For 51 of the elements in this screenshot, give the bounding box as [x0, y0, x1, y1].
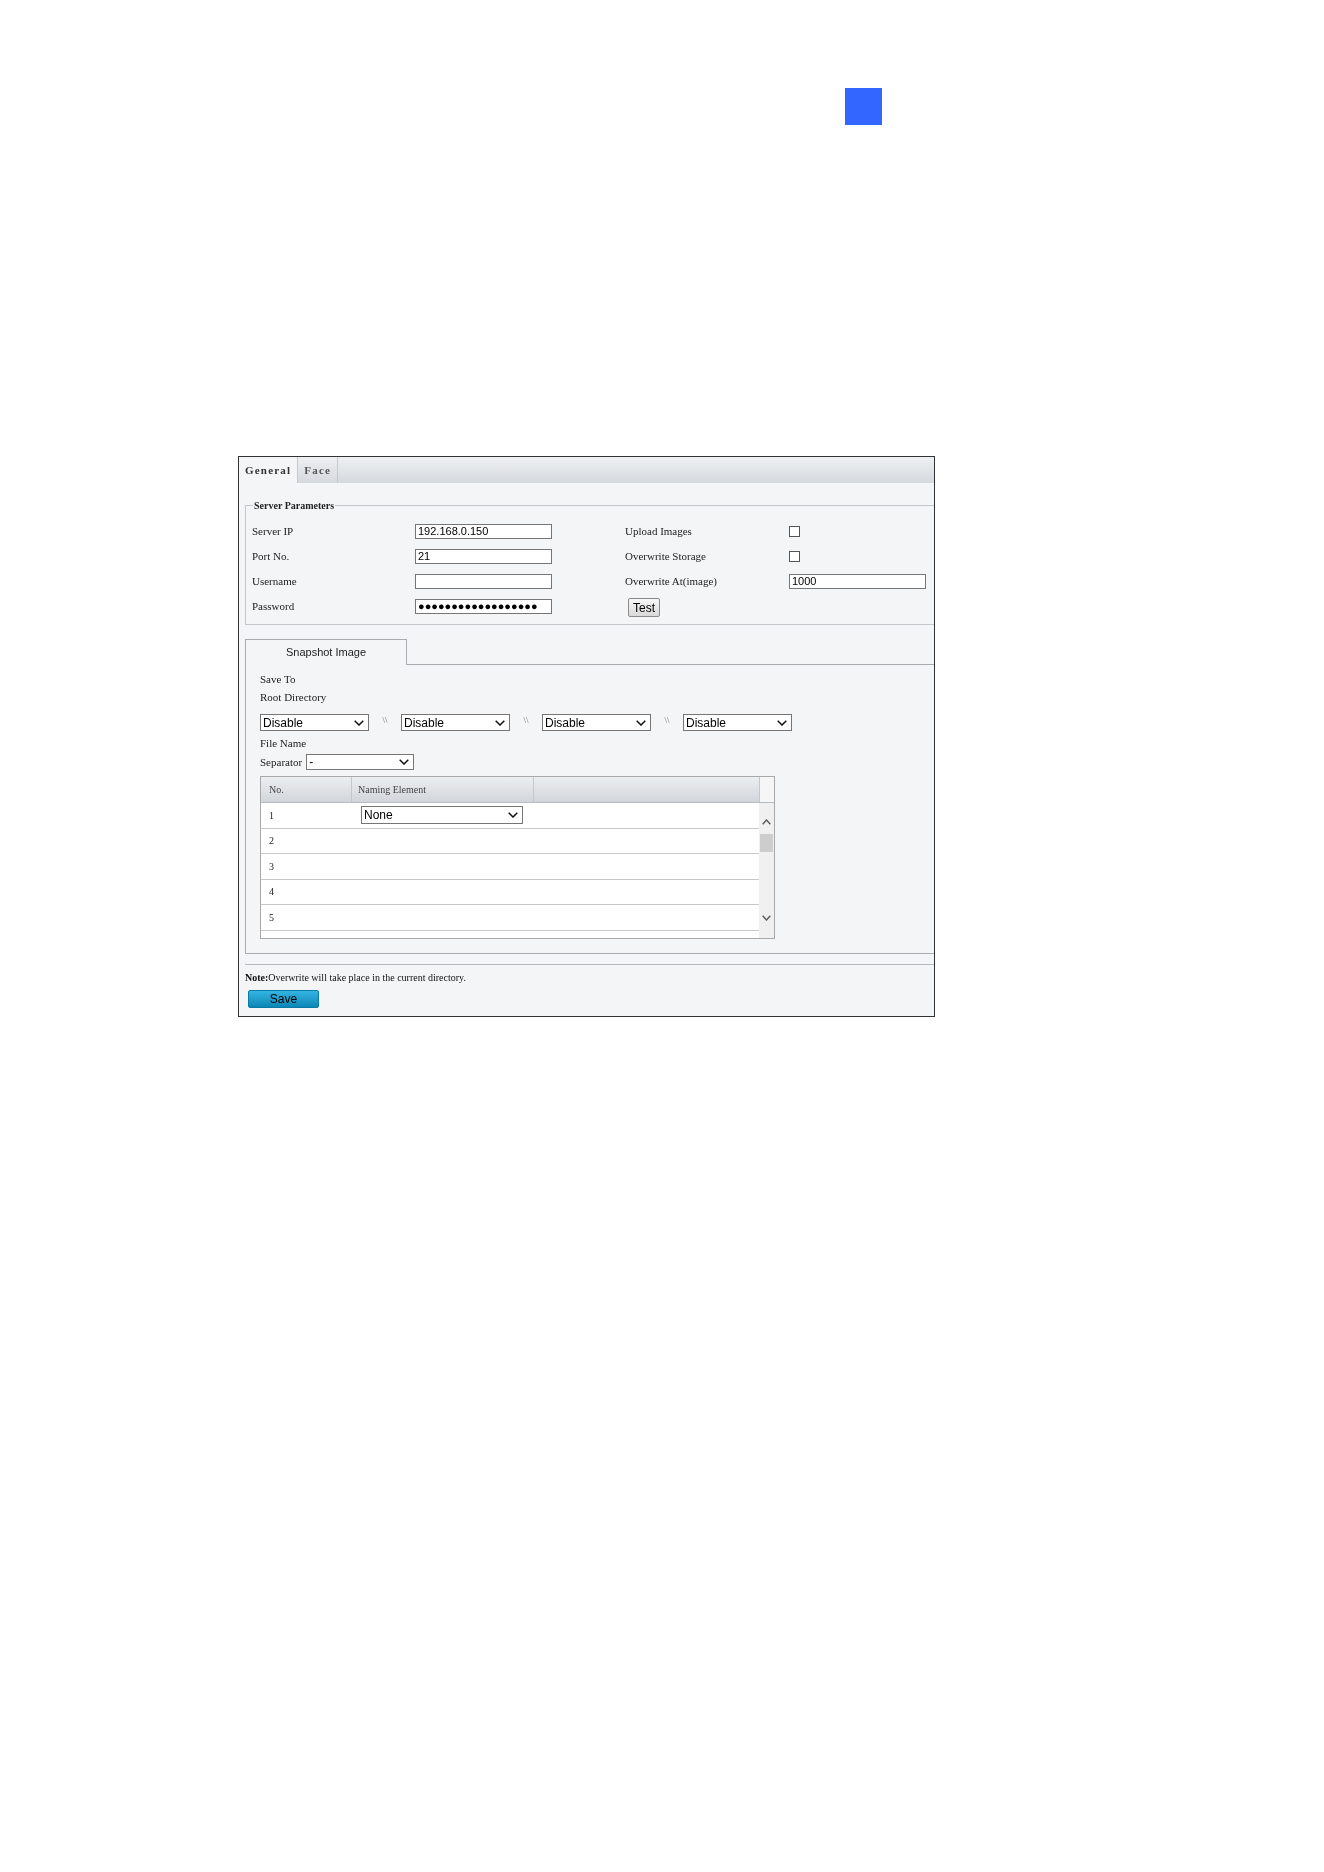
table-cell-text: 5	[269, 910, 274, 925]
dropdown[interactable]: Disable	[683, 714, 792, 731]
chevron-down-icon	[508, 812, 518, 819]
dropdown[interactable]: Disable	[260, 714, 369, 731]
tab[interactable]: Face	[298, 457, 339, 483]
table-cell-text: 4	[269, 885, 274, 900]
field-label: Username	[252, 575, 298, 588]
chevron-down-icon	[354, 719, 364, 726]
path-separator: \\	[523, 714, 529, 726]
square-marker-icon	[845, 88, 882, 125]
checkbox[interactable]	[789, 526, 800, 537]
input-field[interactable]: ●●●●●●●●●●●●●●●●●●	[415, 599, 552, 614]
note-text: Note:Overwrite will take place in the current directory.	[245, 971, 467, 985]
dropdown[interactable]: -	[306, 754, 415, 770]
tab[interactable]: General	[239, 457, 299, 483]
test-button[interactable]: Test	[628, 598, 660, 617]
chevron-down-icon	[399, 759, 410, 765]
field-label: Separator	[260, 755, 303, 769]
tab[interactable]: Snapshot Image	[245, 639, 407, 665]
chevron-down-icon	[777, 719, 787, 726]
column-header: No.	[261, 777, 352, 802]
path-separator: \\	[664, 714, 670, 726]
input-field[interactable]	[415, 574, 552, 589]
column-header: Naming Element	[352, 777, 534, 802]
chevron-down-icon	[636, 719, 646, 726]
field-label: Upload Images	[625, 525, 693, 538]
field-label: Password	[252, 600, 296, 613]
path-separator: \\	[382, 714, 388, 726]
field-label: Port No.	[252, 550, 291, 563]
dropdown[interactable]: Disable	[542, 714, 651, 731]
table-cell-text: 2	[269, 834, 274, 849]
section-label: Save To	[260, 672, 296, 686]
save-button[interactable]: Save	[248, 990, 319, 1008]
table-cell-text: 1	[269, 808, 274, 823]
section-legend: Server Parameters	[253, 499, 336, 512]
field-label: Root Directory	[260, 690, 327, 704]
scrollbar-thumb[interactable]	[760, 834, 773, 852]
chevron-down-icon	[495, 719, 505, 726]
field-label: Server IP	[252, 525, 295, 538]
dropdown[interactable]: None	[361, 806, 523, 825]
field-label: Overwrite Storage	[625, 550, 707, 563]
scroll-up-icon[interactable]	[762, 819, 771, 825]
input-field[interactable]: 1000	[789, 574, 926, 589]
field-label: File Name	[260, 736, 307, 750]
checkbox[interactable]	[789, 551, 800, 562]
dropdown[interactable]: Disable	[401, 714, 510, 731]
table-cell-text: 3	[269, 859, 274, 874]
input-field[interactable]: 21	[415, 549, 552, 564]
scroll-down-icon[interactable]	[762, 915, 771, 921]
input-field[interactable]: 192.168.0.150	[415, 524, 552, 539]
field-label: Overwrite At(image)	[625, 575, 718, 588]
